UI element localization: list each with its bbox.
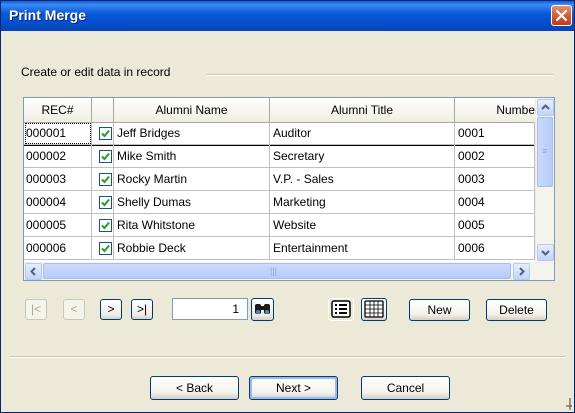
last-record-button[interactable]: >| xyxy=(131,299,153,320)
next-button[interactable]: Next > xyxy=(249,376,338,400)
chevron-right-icon xyxy=(519,267,525,276)
list-view-button[interactable] xyxy=(328,298,354,321)
group-label: Create or edit data in record xyxy=(21,65,171,79)
name-cell[interactable]: Shelly Dumas xyxy=(114,191,270,214)
number-cell[interactable]: 0003 xyxy=(455,168,535,191)
scroll-right-button[interactable] xyxy=(513,263,530,280)
scroll-left-button[interactable] xyxy=(25,263,42,280)
previous-record-button[interactable]: < xyxy=(63,299,85,320)
column-header-number[interactable]: Numbe xyxy=(455,98,537,122)
checkmark-icon xyxy=(101,221,110,230)
checkmark-icon xyxy=(101,129,110,138)
record-checkbox[interactable] xyxy=(99,219,112,232)
grid-header: REC# Alumni Name Alumni Title Numbe xyxy=(24,98,554,123)
binoculars-icon xyxy=(255,304,270,314)
rec-cell[interactable]: 000002 xyxy=(24,145,92,168)
column-header-title[interactable]: Alumni Title xyxy=(270,98,455,122)
table-row[interactable]: 000005 Rita Whitstone Website 0005 xyxy=(24,214,535,237)
grid-view-icon xyxy=(364,300,384,318)
check-cell[interactable] xyxy=(92,214,114,237)
list-view-icon xyxy=(331,300,351,318)
record-checkbox[interactable] xyxy=(99,173,112,186)
vertical-scrollbar[interactable]: ≡ xyxy=(535,98,554,262)
rec-cell[interactable]: 000006 xyxy=(24,237,92,260)
rec-cell[interactable]: 000004 xyxy=(24,191,92,214)
first-record-button[interactable]: |< xyxy=(25,299,47,320)
check-cell[interactable] xyxy=(92,191,114,214)
new-record-button[interactable]: New xyxy=(409,299,470,321)
table-row[interactable]: 000002 Mike Smith Secretary 0002 xyxy=(24,145,535,168)
title-cell[interactable]: Secretary xyxy=(270,145,455,168)
check-cell[interactable] xyxy=(92,168,114,191)
rec-cell[interactable]: 000003 xyxy=(24,168,92,191)
name-cell[interactable]: Jeff Bridges xyxy=(114,122,270,145)
record-checkbox[interactable] xyxy=(99,150,112,163)
check-cell[interactable] xyxy=(92,145,114,168)
delete-record-button[interactable]: Delete xyxy=(486,299,547,321)
back-button[interactable]: < Back xyxy=(150,376,239,400)
close-button[interactable] xyxy=(551,5,572,26)
title-cell[interactable]: Website xyxy=(270,214,455,237)
record-checkbox[interactable] xyxy=(99,196,112,209)
record-number-input[interactable]: 1 xyxy=(172,298,248,320)
close-icon xyxy=(556,10,567,21)
vertical-scroll-thumb[interactable]: ≡ xyxy=(537,117,553,187)
check-cell[interactable] xyxy=(92,237,114,260)
records-grid[interactable]: REC# Alumni Name Alumni Title Numbe 0000… xyxy=(23,97,555,281)
next-record-button[interactable]: > xyxy=(100,299,122,320)
find-button[interactable] xyxy=(251,298,274,321)
footer-divider xyxy=(9,356,566,358)
scroll-up-button[interactable] xyxy=(537,99,554,116)
number-cell[interactable]: 0004 xyxy=(455,191,535,214)
grid-view-button[interactable] xyxy=(361,298,387,321)
name-cell[interactable]: Mike Smith xyxy=(114,145,270,168)
column-header-rec[interactable]: REC# xyxy=(24,98,92,122)
name-cell[interactable]: Robbie Deck xyxy=(114,237,270,260)
chevron-down-icon xyxy=(541,250,550,256)
checkmark-icon xyxy=(101,175,110,184)
title-cell[interactable]: V.P. - Sales xyxy=(270,168,455,191)
grip-icon: ||| xyxy=(270,266,278,276)
table-row[interactable]: 000001 Jeff Bridges Auditor 0001 xyxy=(24,122,535,146)
column-header-name[interactable]: Alumni Name xyxy=(114,98,270,122)
scroll-down-button[interactable] xyxy=(537,244,554,261)
check-cell[interactable] xyxy=(92,122,114,145)
window-title: Print Merge xyxy=(9,7,87,23)
title-bar[interactable]: Print Merge xyxy=(1,1,574,31)
horizontal-scroll-thumb[interactable]: ||| xyxy=(43,263,511,279)
table-row[interactable]: 000003 Rocky Martin V.P. - Sales 0003 xyxy=(24,168,535,191)
grip-icon: ≡ xyxy=(542,146,548,156)
table-row[interactable]: 000004 Shelly Dumas Marketing 0004 xyxy=(24,191,535,214)
title-cell[interactable]: Auditor xyxy=(270,122,455,145)
number-cell[interactable]: 0005 xyxy=(455,214,535,237)
record-checkbox[interactable] xyxy=(99,242,112,255)
horizontal-scrollbar[interactable]: ||| xyxy=(24,262,554,280)
resize-grip-icon[interactable] xyxy=(562,398,572,410)
checkmark-icon xyxy=(101,152,110,161)
name-cell[interactable]: Rocky Martin xyxy=(114,168,270,191)
chevron-up-icon xyxy=(541,104,550,110)
number-cell[interactable]: 0006 xyxy=(455,237,535,260)
group-divider xyxy=(207,74,553,76)
table-row[interactable]: 000006 Robbie Deck Entertainment 0006 xyxy=(24,237,535,260)
rec-cell[interactable]: 000005 xyxy=(24,214,92,237)
print-merge-dialog: Print Merge Create or edit data in recor… xyxy=(0,0,575,413)
chevron-left-icon xyxy=(30,267,36,276)
checkmark-icon xyxy=(101,244,110,253)
cancel-button[interactable]: Cancel xyxy=(361,376,450,400)
number-cell[interactable]: 0001 xyxy=(455,122,535,145)
title-cell[interactable]: Entertainment xyxy=(270,237,455,260)
record-checkbox[interactable] xyxy=(99,127,112,140)
number-cell[interactable]: 0002 xyxy=(455,145,535,168)
title-cell[interactable]: Marketing xyxy=(270,191,455,214)
name-cell[interactable]: Rita Whitstone xyxy=(114,214,270,237)
column-header-check[interactable] xyxy=(92,98,114,122)
rec-cell[interactable]: 000001 xyxy=(24,122,92,145)
checkmark-icon xyxy=(101,198,110,207)
